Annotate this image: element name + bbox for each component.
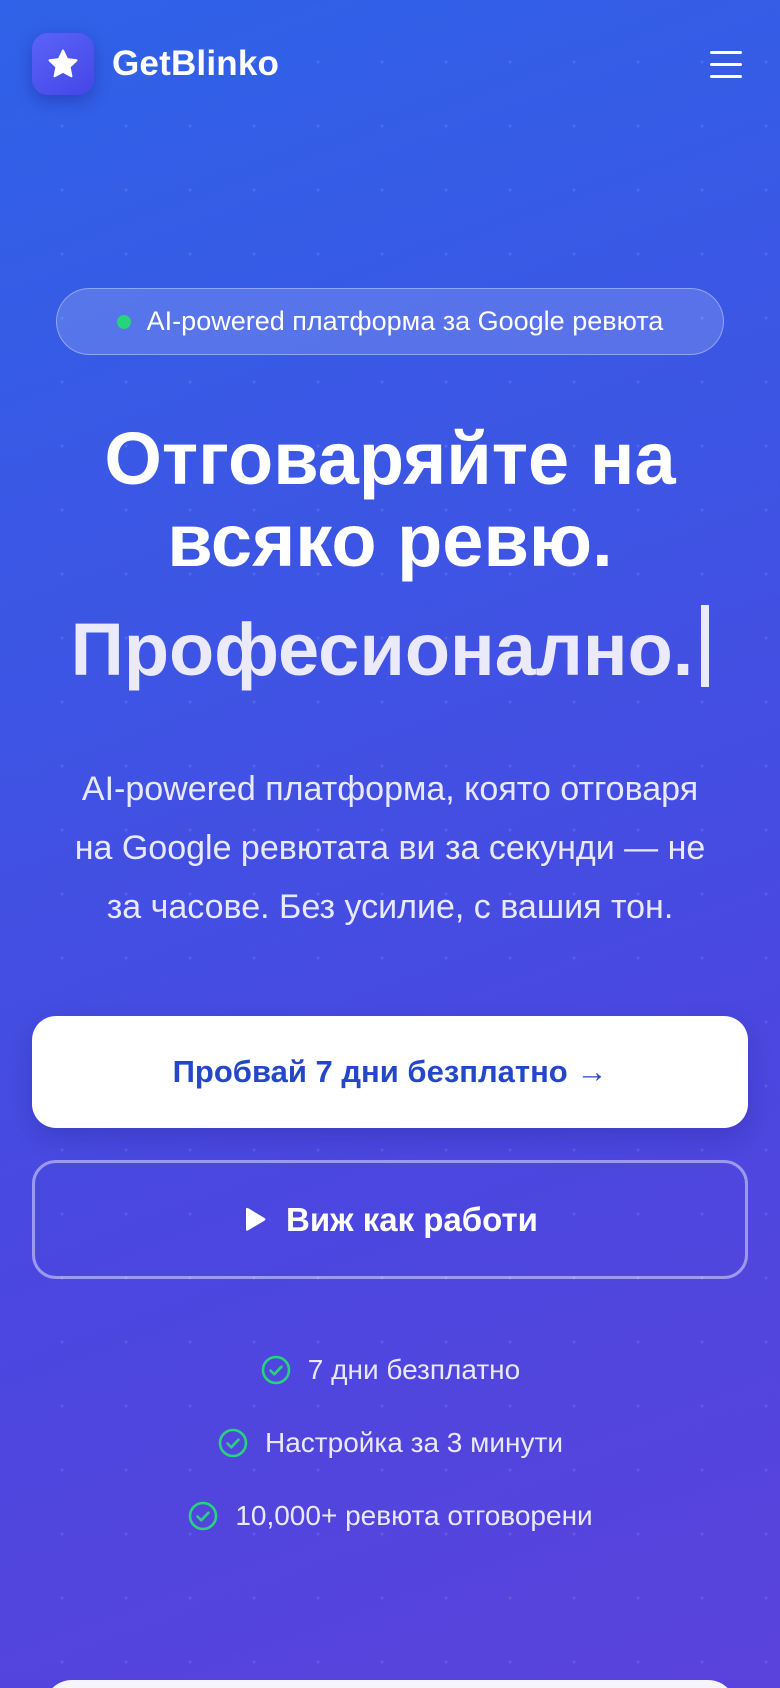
check-circle-icon	[218, 1428, 248, 1458]
how-it-works-button[interactable]: Виж как работи	[32, 1160, 748, 1279]
headline-line-3: Професионално.	[70, 608, 694, 691]
hero-badge: AI-powered платформа за Google ревюта	[56, 288, 724, 355]
subtitle-line-1: AI-powered платформа, която отговаря	[81, 770, 699, 808]
feature-label: 7 дни безплатно	[307, 1354, 521, 1385]
how-it-works-label: Виж как работи	[286, 1200, 538, 1238]
headline-line-2: всяко ревю.	[167, 499, 613, 582]
feature-list: 7 дни безплатно Настройка за 3 минути 10…	[0, 1352, 780, 1534]
subtitle-line-3: за часове. Без усилие, с вашия тон.	[106, 888, 674, 926]
next-section-card	[44, 1680, 736, 1688]
hamburger-menu-icon[interactable]	[704, 42, 748, 86]
brand[interactable]: GetBlinko	[32, 33, 279, 95]
star-icon	[48, 49, 78, 78]
status-dot	[116, 314, 131, 329]
feature-item: 7 дни безплатно	[260, 1352, 520, 1388]
hero-headline: Отговаряйте на всяко ревю.	[0, 418, 780, 582]
feature-label: Настройка за 3 минути	[265, 1427, 563, 1458]
feature-item: 10,000+ ревюта отговорени	[187, 1498, 593, 1534]
feature-label: 10,000+ ревюта отговорени	[235, 1500, 593, 1531]
top-navbar: GetBlinko	[32, 32, 748, 96]
badge-text: AI-powered платформа за Google ревюта	[146, 306, 664, 336]
subtitle-line-2: на Google ревютата ви за секунди — не	[74, 829, 706, 867]
check-circle-icon	[189, 1501, 218, 1531]
brand-name: GetBlinko	[112, 44, 280, 83]
check-circle-icon	[261, 1355, 291, 1385]
free-trial-button-label: Пробвай 7 дни безплатно →	[172, 1054, 608, 1089]
typing-cursor	[701, 605, 710, 687]
hero-subtitle: AI-powered платформа, която отговаря на …	[30, 760, 750, 937]
logo	[32, 33, 94, 95]
free-trial-button[interactable]: Пробвай 7 дни безплатно →	[32, 1016, 748, 1128]
headline-line-1: Отговаряйте на	[104, 417, 676, 500]
hero-headline-accent: Професионално.	[0, 605, 780, 695]
play-icon	[246, 1207, 266, 1231]
feature-item: Настройка за 3 минути	[217, 1425, 563, 1461]
